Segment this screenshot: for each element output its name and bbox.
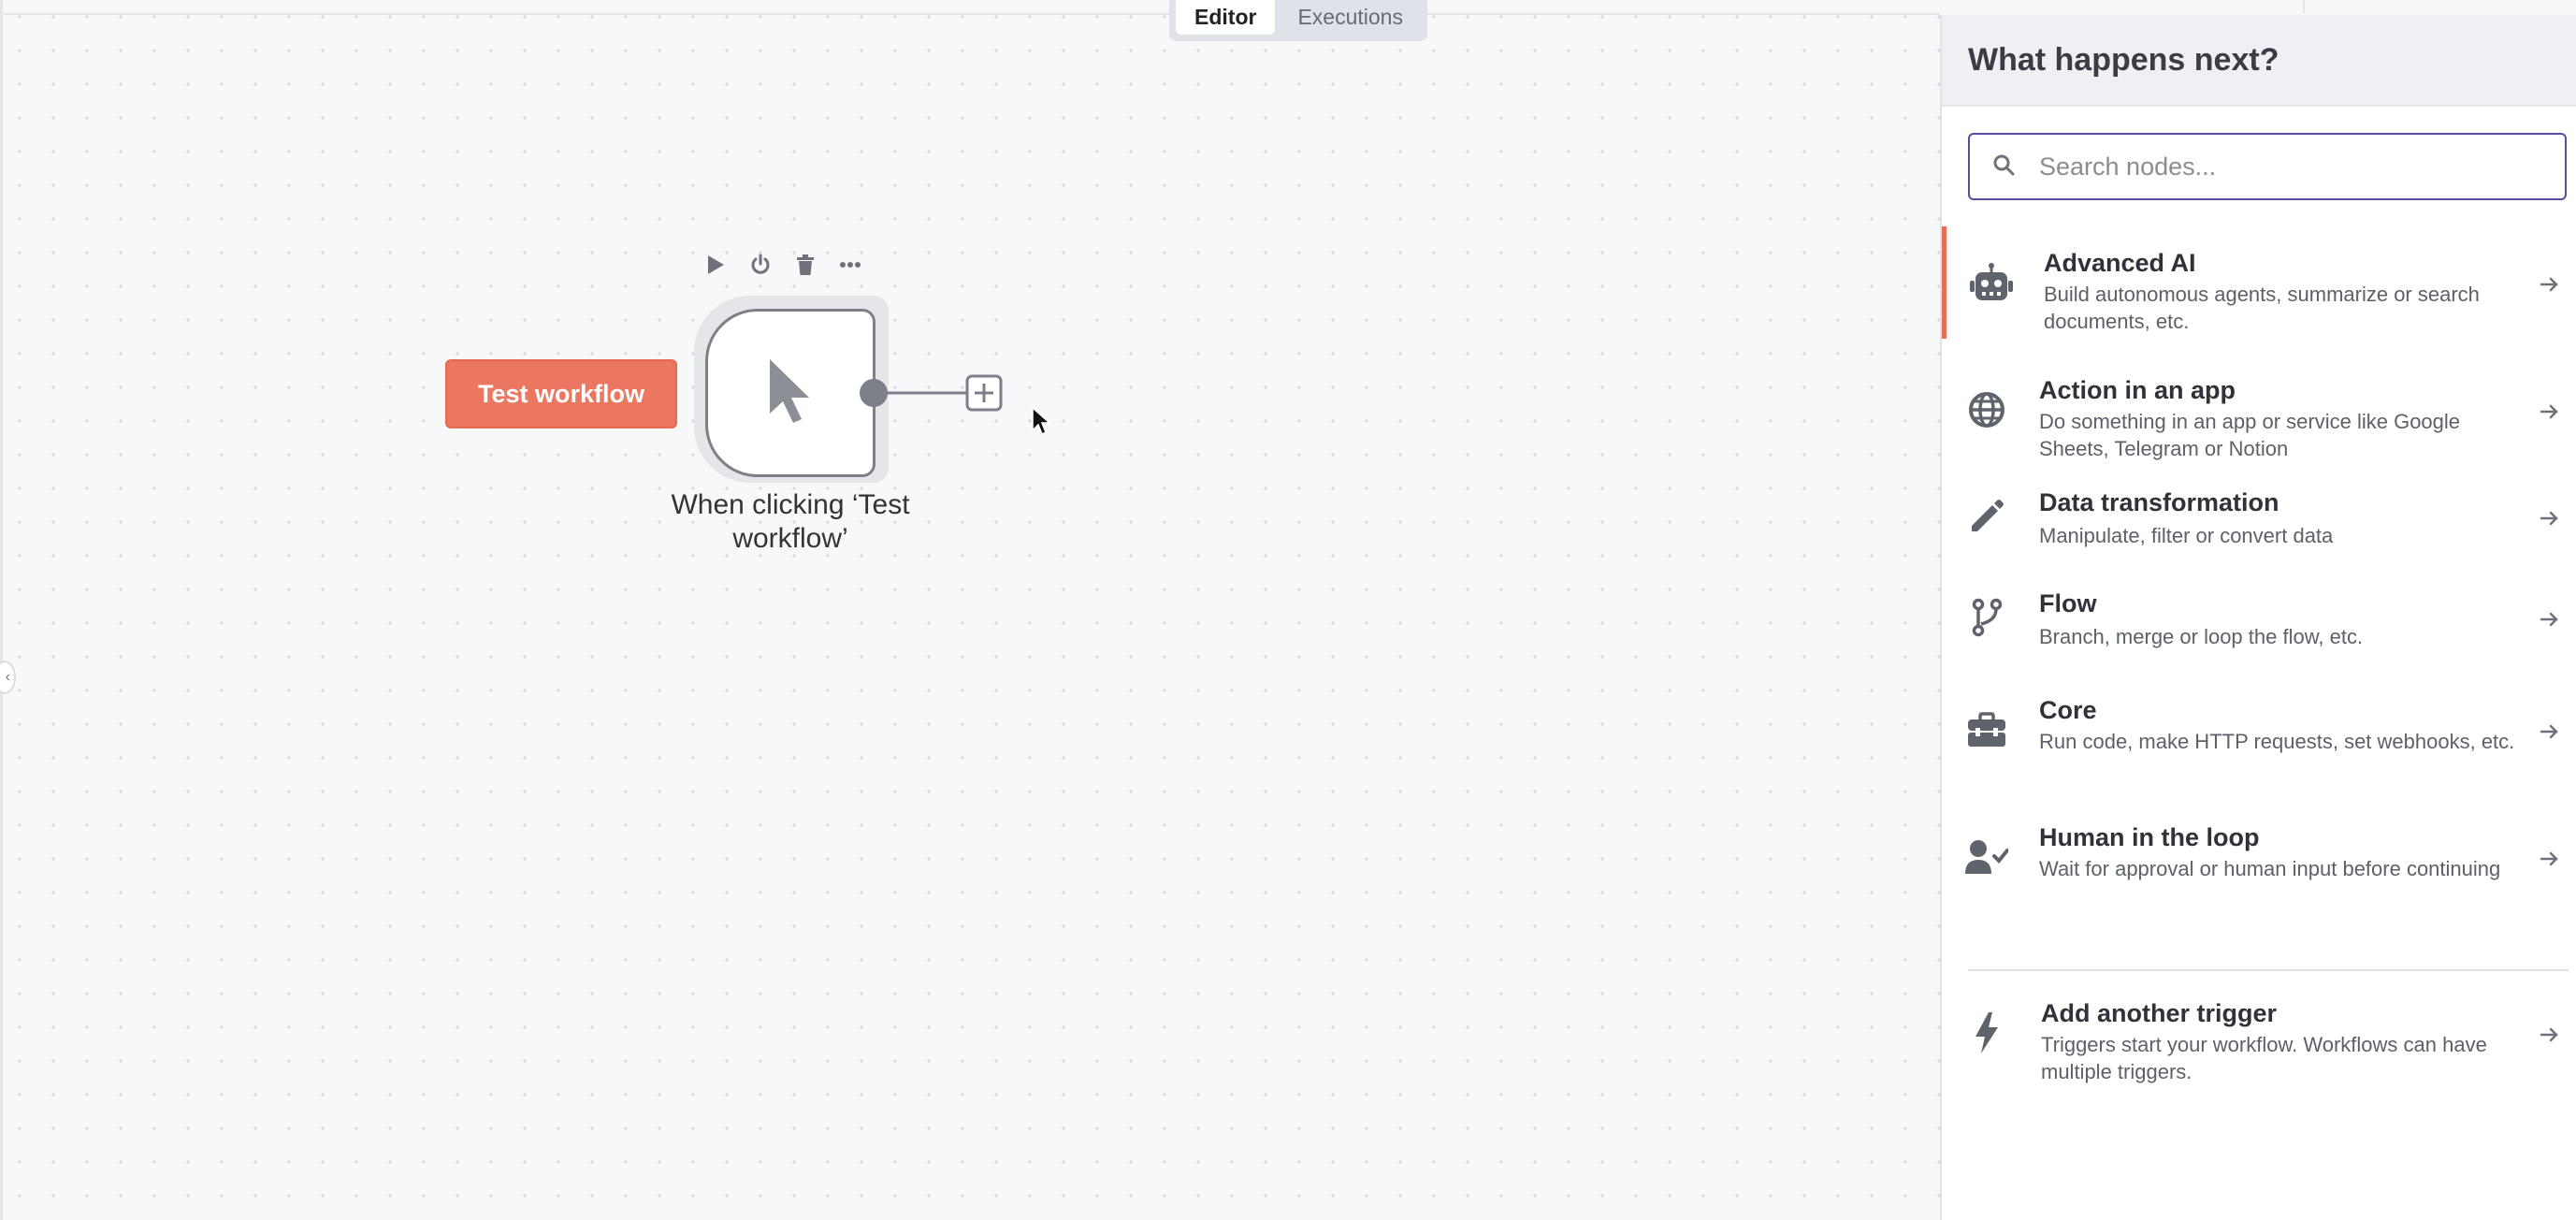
search-icon xyxy=(1992,153,2015,181)
category-title: Data transformation xyxy=(2039,488,2279,516)
panel-title: What happens next? xyxy=(1942,15,2576,107)
category-flow[interactable]: Flow Branch, merge or loop the flow, etc… xyxy=(1942,573,2576,685)
manual-trigger-node[interactable] xyxy=(705,309,876,477)
category-title: Action in an app xyxy=(2039,376,2236,404)
node-creator-panel: What happens next? Advanced AI Build aut… xyxy=(1940,15,2576,1220)
pencil-icon xyxy=(1964,494,2009,539)
more-icon[interactable] xyxy=(838,253,862,277)
branch-icon xyxy=(1964,595,2009,640)
globe-icon xyxy=(1964,387,2009,432)
topbar-separator xyxy=(2303,0,2305,13)
category-description: Build autonomous agents, summarize or se… xyxy=(2044,283,2480,333)
category-advanced-ai[interactable]: Advanced AI Build autonomous agents, sum… xyxy=(1942,226,2576,339)
section-divider xyxy=(1968,969,2569,971)
category-title: Flow xyxy=(2039,589,2097,617)
play-icon[interactable] xyxy=(703,253,728,277)
arrow-right-icon xyxy=(2540,404,2558,419)
test-workflow-button[interactable]: Test workflow xyxy=(445,359,677,428)
workflow-canvas[interactable]: ‹ xyxy=(0,0,1940,1220)
node-output-connector[interactable] xyxy=(859,370,1008,415)
category-title: Core xyxy=(2039,696,2097,724)
arrow-right-icon xyxy=(2540,1027,2558,1042)
bolt-icon xyxy=(1964,1010,2009,1055)
tab-executions[interactable]: Executions xyxy=(1279,0,1422,35)
arrow-right-icon xyxy=(2540,724,2558,739)
arrow-right-icon xyxy=(2540,277,2558,292)
arrow-right-icon xyxy=(2540,851,2558,866)
category-description: Wait for approval or human input before … xyxy=(2039,857,2501,880)
search-field[interactable] xyxy=(1968,133,2567,200)
category-description: Do something in an app or service like G… xyxy=(2039,410,2461,460)
topbar-divider xyxy=(0,13,1940,15)
toolbox-icon xyxy=(1964,707,2009,752)
arrow-right-icon xyxy=(2540,612,2558,627)
power-icon[interactable] xyxy=(748,253,773,277)
category-description: Run code, make HTTP requests, set webhoo… xyxy=(2039,730,2515,753)
trash-icon[interactable] xyxy=(793,253,818,277)
category-action-in-app[interactable]: Action in an app Do something in an app … xyxy=(1942,354,2576,466)
category-title: Human in the loop xyxy=(2039,823,2260,851)
user-check-icon xyxy=(1964,835,2009,879)
category-title: Advanced AI xyxy=(2044,249,2196,277)
category-add-trigger[interactable]: Add another trigger Triggers start your … xyxy=(1942,977,2576,1089)
pointer-icon xyxy=(764,356,817,431)
arrow-right-icon xyxy=(2540,511,2558,526)
category-human-in-the-loop[interactable]: Human in the loop Wait for approval or h… xyxy=(1942,801,2576,913)
category-title: Add another trigger xyxy=(2041,999,2278,1027)
category-description: Triggers start your workflow. Workflows … xyxy=(2041,1033,2487,1083)
node-label: When clicking ‘Test workflow’ xyxy=(671,489,910,554)
sidebar-collapse-handle[interactable]: ‹ xyxy=(0,661,16,694)
category-description: Manipulate, filter or convert data xyxy=(2039,524,2334,547)
category-core[interactable]: Core Run code, make HTTP requests, set w… xyxy=(1942,674,2576,786)
robot-icon xyxy=(1969,260,2014,305)
category-data-transformation[interactable]: Data transformation Manipulate, filter o… xyxy=(1942,472,2576,584)
tab-editor[interactable]: Editor xyxy=(1176,0,1276,35)
category-description: Branch, merge or loop the flow, etc. xyxy=(2039,625,2364,648)
editor-tabs: Editor Executions xyxy=(1169,0,1427,41)
node-toolbar xyxy=(703,253,862,277)
search-input[interactable] xyxy=(2037,151,2546,182)
mouse-cursor-icon xyxy=(1032,406,1051,436)
